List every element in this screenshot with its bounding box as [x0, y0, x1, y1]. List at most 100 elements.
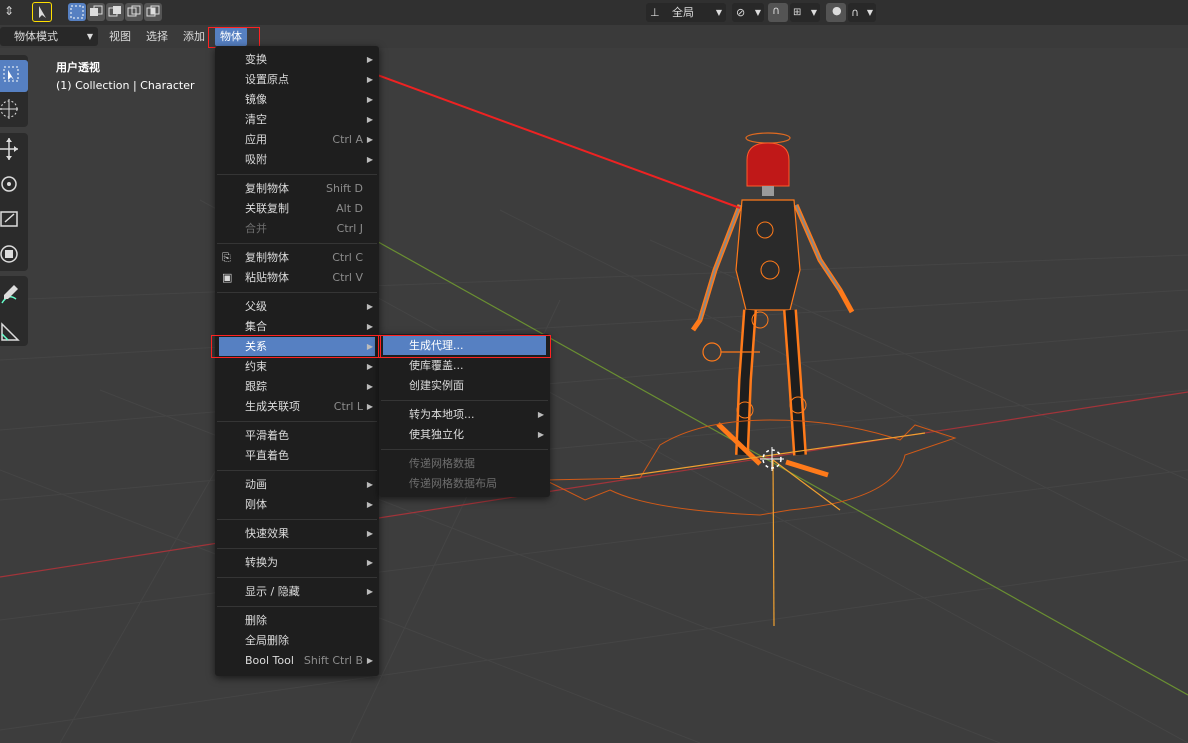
menu-item[interactable]: 全局删除 [219, 631, 375, 650]
menu-item[interactable]: 应用 Ctrl A ▶ [219, 130, 375, 149]
submenu-arrow-icon: ▶ [366, 322, 373, 331]
menu-item[interactable]: Bool Tool Shift Ctrl B ▶ [219, 651, 375, 670]
menu-item-label: 变换 [245, 53, 267, 66]
scale-tool[interactable] [0, 203, 28, 235]
snap-target-dropdown[interactable]: ⊞ ▼ [790, 3, 820, 22]
menu-item[interactable]: 跟踪 ▶ [219, 377, 375, 396]
transform-tool[interactable] [0, 238, 28, 270]
menu-separator [217, 606, 377, 607]
menu-item-label: 平直着色 [245, 449, 289, 462]
menu-add[interactable]: 添加 [178, 27, 210, 46]
menu-item: 合并 Ctrl J [219, 219, 375, 238]
select-tool-button[interactable] [32, 2, 52, 22]
pivot-point-dropdown[interactable]: ⊘ ▼ [732, 3, 764, 22]
menu-item[interactable]: 平直着色 [219, 446, 375, 465]
menu-item[interactable]: 生成关联项 Ctrl L ▶ [219, 397, 375, 416]
object-menu-dropdown: 变换 ▶ 设置原点 ▶ 镜像 ▶ 清空 ▶ 应用 Ctrl A ▶ 吸附 ▶ 复制物体 Shift D 关联复… [215, 46, 379, 676]
falloff-curve-icon: ∩ [851, 6, 860, 19]
menu-item[interactable]: 删除 [219, 611, 375, 630]
menu-item[interactable]: 创建实例面 [383, 376, 546, 395]
menu-item-label: 转换为 [245, 556, 278, 569]
magnet-icon: ∩ [772, 4, 781, 17]
menu-item-shortcut: Ctrl C [332, 251, 363, 264]
collection-info-label: (1) Collection | Character [56, 79, 195, 92]
menu-separator [217, 292, 377, 293]
transform-orientation-dropdown[interactable]: ⊥ 全局 ▼ [646, 3, 726, 22]
menu-separator [217, 519, 377, 520]
relations-submenu: 生成代理... 使库覆盖... 创建实例面转为本地项... ▶ 使其独立化 ▶ 传递网格数据… [379, 334, 550, 497]
menu-item-label: 显示 / 隐藏 [245, 585, 300, 598]
chevron-down-icon: ▼ [754, 8, 761, 17]
select-mode-new-button[interactable] [68, 3, 86, 21]
menu-item-label: 全局删除 [245, 634, 289, 647]
chevron-down-icon: ▼ [810, 8, 817, 17]
transform-pivot-icon[interactable]: ⇕ [0, 4, 18, 22]
submenu-arrow-icon: ▶ [366, 55, 373, 64]
menu-item[interactable]: 变换 ▶ [219, 50, 375, 69]
menu-item-label: 集合 [245, 320, 267, 333]
menu-item: 传递网格数据 [383, 454, 546, 473]
select-mode-intersect-button[interactable] [144, 3, 162, 21]
rotate-tool[interactable] [0, 168, 28, 200]
select-mode-subtract-button[interactable] [106, 3, 124, 21]
menu-item[interactable]: 复制物体 Ctrl C [219, 248, 375, 267]
menu-item[interactable]: 粘贴物体 Ctrl V [219, 268, 375, 287]
pencil-icon [1, 285, 18, 304]
menu-item-label: 刚体 [245, 498, 267, 511]
menu-item[interactable]: 动画 ▶ [219, 475, 375, 494]
menu-item[interactable]: 关系 ▶ [219, 337, 375, 356]
menu-select[interactable]: 选择 [141, 27, 173, 46]
chevron-down-icon: ▼ [715, 8, 722, 17]
menu-item[interactable]: 复制物体 Shift D [219, 179, 375, 198]
snap-toggle-button[interactable]: ∩ [768, 3, 788, 22]
paste-icon: ▣ [222, 271, 233, 284]
menu-separator [381, 449, 548, 450]
menu-item[interactable]: 显示 / 隐藏 ▶ [219, 582, 375, 601]
menu-item-label: 父级 [245, 300, 267, 313]
cursor-3d-icon [0, 99, 18, 119]
annotate-tool[interactable] [0, 279, 28, 311]
select-box-tool-icon [3, 66, 19, 82]
menu-item[interactable]: 吸附 ▶ [219, 150, 375, 169]
menu-item-label: 删除 [245, 614, 267, 627]
menu-item[interactable]: 快速效果 ▶ [219, 524, 375, 543]
menu-item-shortcut: Ctrl L [333, 400, 363, 413]
select-mode-extend-button[interactable] [87, 3, 105, 21]
mode-dropdown[interactable]: 物体模式 ▼ [0, 27, 98, 46]
menu-item[interactable]: 关联复制 Alt D [219, 199, 375, 218]
falloff-dropdown[interactable]: ∩ ▼ [848, 3, 876, 22]
menu-item[interactable]: 生成代理... [383, 336, 546, 355]
menu-item[interactable]: 镜像 ▶ [219, 90, 375, 109]
select-box-tool[interactable] [0, 60, 28, 92]
menu-view[interactable]: 视图 [104, 27, 136, 46]
menu-item[interactable]: 刚体 ▶ [219, 495, 375, 514]
menu-item[interactable]: 转为本地项... ▶ [383, 405, 546, 424]
3d-viewport[interactable] [0, 0, 1188, 743]
menu-item[interactable]: 集合 ▶ [219, 317, 375, 336]
submenu-arrow-icon: ▶ [366, 302, 373, 311]
submenu-arrow-icon: ▶ [366, 342, 373, 351]
cursor-icon [39, 6, 46, 18]
measure-tool[interactable] [0, 314, 28, 346]
move-tool[interactable] [0, 134, 28, 166]
menu-item[interactable]: 使其独立化 ▶ [383, 425, 546, 444]
menu-item[interactable]: 设置原点 ▶ [219, 70, 375, 89]
menu-object[interactable]: 物体 [215, 27, 247, 46]
select-box-icon [70, 5, 84, 19]
menu-item[interactable]: 转换为 ▶ [219, 553, 375, 572]
menu-item[interactable]: 清空 ▶ [219, 110, 375, 129]
menu-item-label: 设置原点 [245, 73, 289, 86]
menu-item[interactable]: 父级 ▶ [219, 297, 375, 316]
select-invert-icon [127, 5, 141, 17]
submenu-arrow-icon: ▶ [366, 155, 373, 164]
menu-item[interactable]: 使库覆盖... [383, 356, 546, 375]
proportional-edit-button[interactable]: ● [826, 3, 846, 22]
select-mode-invert-button[interactable] [125, 3, 143, 21]
submenu-arrow-icon: ▶ [366, 115, 373, 124]
menu-item[interactable]: 平滑着色 [219, 426, 375, 445]
chevron-down-icon: ▼ [866, 8, 873, 17]
menu-item[interactable]: 约束 ▶ [219, 357, 375, 376]
submenu-arrow-icon: ▶ [366, 480, 373, 489]
orientation-icon: ⊥ [650, 6, 660, 19]
cursor-tool[interactable] [0, 94, 28, 126]
